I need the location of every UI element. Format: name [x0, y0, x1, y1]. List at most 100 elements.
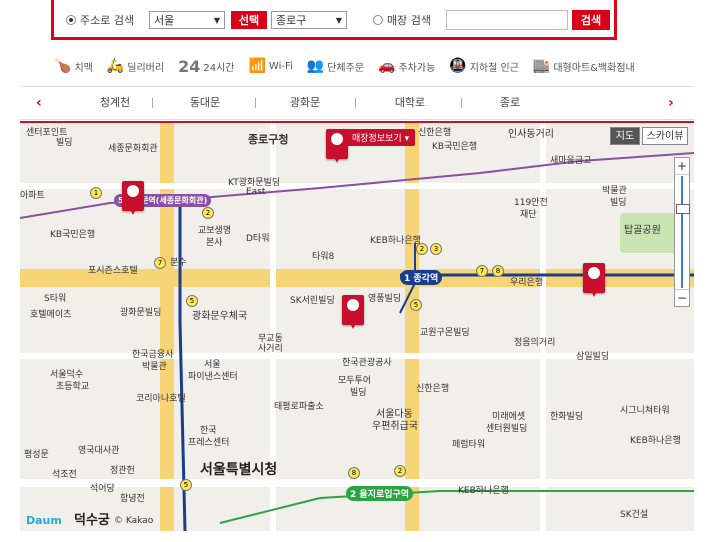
address-search-radio[interactable] [66, 15, 76, 25]
map-label: 박물관 [142, 362, 167, 372]
zoom-handle[interactable] [676, 204, 690, 214]
chevron-down-icon: ▾ [404, 134, 410, 144]
store-search-input[interactable] [446, 10, 568, 30]
amenity-mart[interactable]: 🏬 대형마트&백화점내 [533, 58, 635, 74]
map-label: 평성문 [24, 450, 49, 460]
map-label: 아파트 [20, 191, 45, 201]
tab-dongdaemun[interactable]: 동대문 [160, 87, 250, 119]
map-label: 탑골공원 [624, 225, 661, 236]
kfc-store-marker[interactable] [326, 129, 348, 163]
wifi-icon: 📶 [248, 58, 266, 74]
daum-logo: Daum [26, 514, 62, 527]
map-label: 석조전 [52, 470, 77, 480]
map-label: 코리아나호텔 [136, 394, 186, 404]
map-copyright: © Kakao [114, 516, 154, 526]
tab-gwanghwamun[interactable]: 광화문 [260, 87, 350, 119]
map-label: 교원구몬빌딩 [420, 328, 470, 338]
store-map[interactable]: 센터포인트 빌딩 종로구청 신한은행 인사동거리 세종문화회관 KB국민은행 새… [20, 121, 694, 531]
amenity-label: 단체주문 [327, 62, 365, 74]
amenity-label: 주차가능 [398, 62, 436, 74]
map-label: 영국대사관 [78, 446, 120, 456]
amenity-label: 치맥 [74, 62, 93, 74]
district-select-value: 종로구 [276, 14, 307, 27]
amenity-delivery[interactable]: 🛵 딜리버리 [107, 58, 164, 74]
kfc-store-marker[interactable] [122, 181, 144, 215]
tab-cheonggyecheon[interactable]: 청계천 [70, 87, 160, 119]
exit-marker: 5 [410, 299, 422, 311]
amenity-subway[interactable]: 🚇 지하철 인근 [449, 58, 519, 74]
map-label: 빌딩 [610, 198, 627, 208]
map-label: 신한은행 [416, 384, 450, 394]
amenity-24hours[interactable]: 24 24시간 [178, 57, 234, 76]
zoom-out-button[interactable]: − [675, 289, 689, 306]
map-label: 종로구청 [248, 133, 289, 146]
chevron-right-icon[interactable]: › [668, 87, 674, 119]
kfc-store-marker[interactable] [342, 295, 364, 329]
exit-marker: 2 [394, 465, 406, 477]
zoom-in-button[interactable]: + [675, 158, 689, 175]
map-label: KEB하나은행 [458, 486, 509, 496]
amenity-label: 24시간 [203, 62, 235, 74]
address-search-row: 주소로 검색 [66, 10, 134, 30]
district-select[interactable]: 종로구 ▼ [271, 11, 347, 29]
map-label: 본사 [206, 238, 223, 248]
exit-marker: 2 [202, 207, 214, 219]
amenity-label: 딜리버리 [127, 62, 165, 74]
subway-icon: 🚇 [449, 58, 467, 74]
mart-icon: 🏬 [532, 58, 551, 74]
store-search-label: 매장 검색 [387, 14, 431, 27]
exit-marker: 8 [348, 467, 360, 479]
map-label: KEB하나은행 [630, 436, 681, 446]
chevron-down-icon: ▼ [335, 15, 342, 25]
map-label: 정관헌 [110, 466, 135, 476]
exit-marker: 2 [416, 243, 428, 255]
map-label: 정음의거리 [514, 338, 556, 348]
region-tabs: ‹ 청계천 동대문 광화문 대학로 종로 › [20, 86, 694, 120]
select-button[interactable]: 선택 [231, 11, 267, 29]
amenity-label: 대형마트&백화점내 [553, 62, 635, 74]
map-label: 석어당 [90, 484, 115, 494]
map-label: KB국민은행 [432, 142, 478, 152]
amenity-group-order[interactable]: 👥 단체주문 [307, 58, 364, 74]
tab-jongno[interactable]: 종로 [465, 87, 555, 119]
amenity-chimaek[interactable]: 🍗 치맥 [54, 58, 93, 74]
store-info-label: 매장정보보기 [352, 134, 402, 144]
tab-separator [255, 98, 256, 108]
map-label: 초등학교 [56, 382, 90, 392]
map-type-map[interactable]: 지도 [610, 127, 640, 145]
store-search-button[interactable]: 검색 [572, 10, 610, 30]
map-label: 재단 [520, 210, 537, 220]
amenity-wifi[interactable]: 📶 Wi-Fi [248, 58, 292, 74]
search-panel: 주소로 검색 서울 ▼ 선택 종로구 ▼ 매장 검색 검색 [51, 0, 617, 40]
zoom-control: + − [674, 157, 690, 307]
kfc-store-marker[interactable] [583, 263, 605, 297]
tab-separator [461, 98, 462, 108]
map-label: 시그니쳐타워 [620, 406, 670, 416]
map-label: 새마을금고 [550, 156, 592, 166]
map-label: 호텔메이츠 [30, 310, 72, 320]
map-label: 덕수궁 [74, 513, 110, 528]
store-info-button[interactable]: 매장정보보기 ▾ [346, 129, 416, 146]
map-label: KEB하나은행 [370, 236, 421, 246]
map-label: 한국관광공사 [342, 358, 392, 368]
chevron-left-icon[interactable]: ‹ [36, 87, 42, 119]
exit-marker: 5 [186, 295, 198, 307]
amenity-parking[interactable]: 🚗 주차가능 [378, 58, 435, 74]
map-label: 우리은행 [510, 278, 544, 288]
map-label: 광화문빌딩 [120, 308, 162, 318]
exit-marker: 7 [154, 257, 166, 269]
map-label: East [246, 187, 266, 197]
map-label: 영풍빌딩 [368, 294, 402, 304]
store-search-radio[interactable] [373, 15, 383, 25]
amenity-label: 지하철 인근 [469, 62, 519, 74]
exit-marker: 1 [90, 187, 102, 199]
station-euljiro1ga[interactable]: 2 을지로입구역 [346, 486, 414, 501]
map-label: 사거리 [258, 344, 283, 354]
delivery-icon: 🛵 [106, 58, 125, 74]
city-select[interactable]: 서울 ▼ [149, 11, 225, 29]
map-label: KB국민은행 [50, 230, 96, 240]
map-label: SK서린빌딩 [290, 296, 335, 306]
tab-daehakro[interactable]: 대학로 [365, 87, 455, 119]
station-jonggak[interactable]: 1 종각역 [400, 270, 443, 285]
map-type-skyview[interactable]: 스카이뷰 [642, 127, 688, 145]
